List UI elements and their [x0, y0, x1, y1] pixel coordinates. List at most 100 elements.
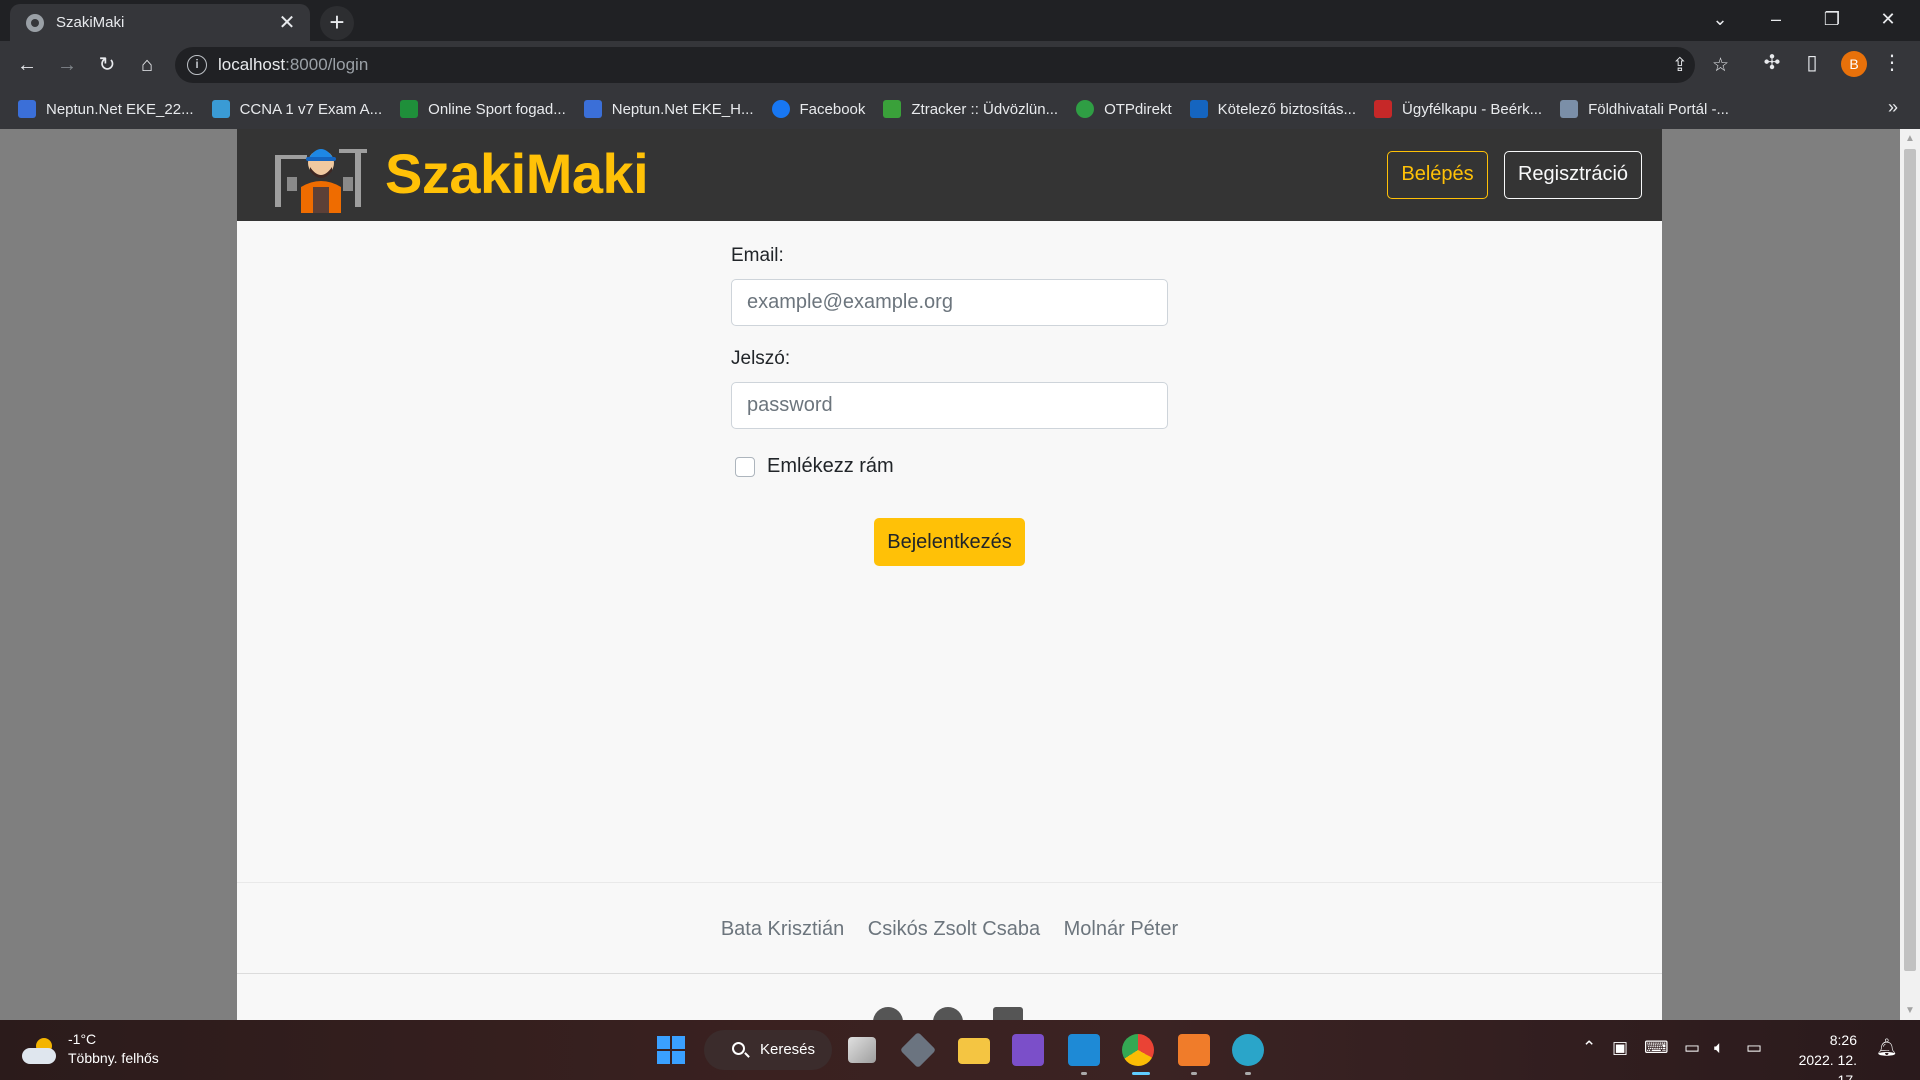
windows-start-icon[interactable]: [655, 1034, 687, 1066]
bookmark-item[interactable]: Online Sport fogad...: [400, 100, 566, 118]
facebook-icon: [771, 100, 790, 118]
window-close-button[interactable]: ✕: [1860, 0, 1916, 41]
visual-studio-icon[interactable]: [1012, 1034, 1044, 1066]
scrollbar-thumb[interactable]: [1904, 149, 1916, 971]
bookmark-item[interactable]: Facebook: [771, 100, 865, 118]
tray-app-icon[interactable]: ▣: [1612, 1038, 1628, 1058]
tray-overflow-chevron-icon[interactable]: ⌃: [1582, 1038, 1596, 1058]
bookmark-item[interactable]: Neptun.Net EKE_22...: [18, 100, 194, 118]
forward-icon[interactable]: →: [52, 50, 82, 80]
file-explorer-icon[interactable]: [958, 1038, 990, 1064]
home-icon[interactable]: ⌂: [132, 50, 162, 80]
login-form: Email: example@example.org Jelszó: passw…: [731, 245, 1168, 478]
close-icon[interactable]: ✕: [276, 13, 298, 33]
bookmark-favicon-icon: [1560, 100, 1579, 118]
author-link[interactable]: Bata Krisztián: [721, 918, 844, 940]
app-icon[interactable]: [1232, 1034, 1264, 1066]
network-icon[interactable]: ▭: [1684, 1038, 1700, 1058]
browser-tab-strip: SzakiMaki ✕ + ⌄ – ❐ ✕: [0, 0, 1920, 41]
bookmark-favicon-icon: [1374, 100, 1393, 118]
login-nav-button[interactable]: Belépés: [1387, 151, 1488, 199]
bookmark-favicon-icon: [211, 100, 230, 118]
bookmark-favicon-icon: [1189, 100, 1208, 118]
remember-me-checkbox[interactable]: [735, 456, 755, 477]
bookmarks-overflow-icon[interactable]: »: [1888, 97, 1898, 118]
page-viewport: SzakiMaki Belépés Regisztráció Email: ex…: [0, 129, 1900, 1020]
weather-condition: Többny. felhős: [68, 1050, 159, 1066]
password-field[interactable]: password: [731, 382, 1168, 429]
bookmark-favicon-icon: [18, 100, 36, 118]
weather-widget[interactable]: -1°C Többny. felhős: [22, 1030, 159, 1068]
grid-icon[interactable]: [993, 1007, 1023, 1020]
browser-toolbar: ← → ↻ ⌂ i localhost:8000/login ⇪ ☆ ✣ ▯ B…: [0, 41, 1920, 89]
share-icon[interactable]: ⇪: [1672, 54, 1688, 77]
bookmark-item[interactable]: Neptun.Net EKE_H...: [583, 100, 754, 118]
remember-me-row[interactable]: Emlékezz rám: [731, 455, 1168, 478]
login-submit-button[interactable]: Bejelentkezés: [874, 518, 1025, 566]
active-indicator: [1132, 1072, 1150, 1075]
site-container: SzakiMaki Belépés Regisztráció Email: ex…: [237, 129, 1662, 1020]
taskbar-clock[interactable]: 8:26 2022. 12. 17.: [1783, 1030, 1857, 1080]
new-tab-button[interactable]: +: [320, 6, 354, 40]
password-label: Jelszó:: [731, 348, 791, 369]
back-icon[interactable]: ←: [12, 50, 42, 80]
battery-icon[interactable]: ▭: [1746, 1038, 1762, 1058]
scroll-down-arrow-icon[interactable]: ▼: [1905, 1005, 1915, 1016]
brand-title[interactable]: SzakiMaki: [385, 141, 649, 206]
author-link[interactable]: Molnár Péter: [1064, 918, 1179, 940]
restore-button[interactable]: ❐: [1804, 0, 1860, 41]
email-field[interactable]: example@example.org: [731, 279, 1168, 326]
site-info-icon[interactable]: i: [187, 55, 207, 75]
bookmark-item[interactable]: Kötelező biztosítás...: [1189, 100, 1356, 118]
github-icon[interactable]: [933, 1007, 963, 1020]
side-panel-icon[interactable]: ▯: [1797, 50, 1827, 75]
running-indicator: [1191, 1072, 1197, 1075]
clock-time: 8:26: [1829, 1032, 1857, 1048]
search-icon: [732, 1042, 745, 1055]
bookmark-favicon-icon: [400, 100, 419, 118]
taskbar-search[interactable]: Keresés: [704, 1030, 832, 1070]
footer-divider: [237, 973, 1662, 974]
menu-kebab-icon[interactable]: ⋮: [1877, 50, 1907, 75]
task-view-icon[interactable]: [848, 1037, 876, 1063]
volume-icon[interactable]: 🔈︎: [1714, 1038, 1724, 1058]
notification-bell-icon[interactable]: 🔔︎: [1876, 1038, 1898, 1058]
bookmark-item[interactable]: Ztracker :: Üdvözlün...: [883, 100, 1058, 118]
minimize-button[interactable]: –: [1748, 0, 1804, 41]
bookmark-favicon-icon: [583, 100, 602, 118]
bookmark-item[interactable]: CCNA 1 v7 Exam A...: [211, 100, 382, 118]
bookmark-item[interactable]: Ügyfélkapu - Beérk...: [1374, 100, 1542, 118]
xampp-icon[interactable]: [1178, 1034, 1210, 1066]
register-nav-button[interactable]: Regisztráció: [1504, 151, 1642, 199]
address-bar[interactable]: i localhost:8000/login ⇪ ☆: [175, 47, 1729, 83]
profile-avatar[interactable]: B: [1841, 51, 1867, 77]
browser-tab[interactable]: SzakiMaki ✕: [10, 4, 310, 41]
author-link[interactable]: Csikós Zsolt Csaba: [868, 918, 1040, 940]
scroll-up-arrow-icon[interactable]: ▲: [1905, 133, 1915, 144]
chrome-icon[interactable]: [1122, 1034, 1154, 1066]
remember-me-label[interactable]: Emlékezz rám: [767, 455, 894, 478]
reload-icon[interactable]: ↻: [92, 50, 122, 80]
globe-icon: [26, 13, 44, 32]
url-text[interactable]: localhost:8000/login: [218, 55, 368, 75]
bookmark-item[interactable]: OTPdirekt: [1076, 100, 1172, 118]
temperature: -1°C: [68, 1031, 97, 1047]
running-indicator: [1245, 1072, 1251, 1075]
clock-date: 2022. 12. 17.: [1798, 1052, 1857, 1080]
app-icon[interactable]: [899, 1031, 937, 1069]
tab-search-chevron-icon[interactable]: ⌄: [1692, 0, 1748, 41]
windows-taskbar: -1°C Többny. felhős Keresés ⌃ ▣ ⌨ ▭ 🔈︎ ▭…: [0, 1020, 1920, 1080]
bookmark-favicon-icon: [1076, 100, 1095, 118]
tab-title: SzakiMaki: [56, 14, 125, 31]
email-label: Email:: [731, 245, 784, 266]
cloudy-weather-icon: [22, 1038, 56, 1064]
bookmark-item[interactable]: Földhivatali Portál -...: [1560, 100, 1729, 118]
social-icon[interactable]: [873, 1007, 903, 1020]
keyboard-icon[interactable]: ⌨: [1644, 1038, 1669, 1058]
footer-authors: Bata Krisztián Csikós Zsolt Csaba Molnár…: [237, 918, 1662, 941]
footer-divider: [237, 882, 1662, 883]
vscode-icon[interactable]: [1068, 1034, 1100, 1066]
page-scrollbar[interactable]: ▲ ▼: [1900, 129, 1920, 1020]
extensions-icon[interactable]: ✣: [1757, 50, 1787, 75]
bookmark-star-icon[interactable]: ☆: [1712, 54, 1729, 77]
